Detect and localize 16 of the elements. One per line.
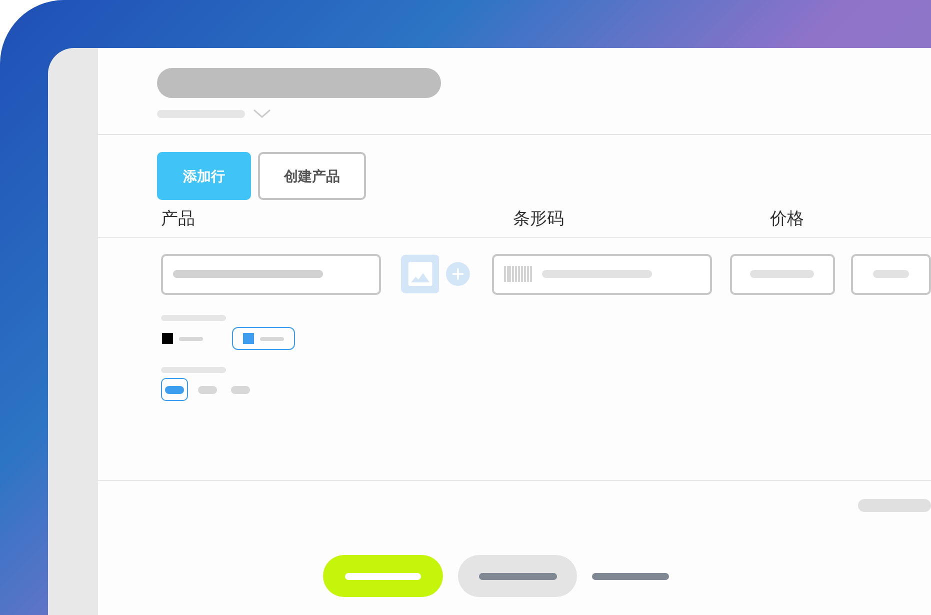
- column-header: 价格: [770, 208, 804, 230]
- column-header: 产品: [161, 208, 196, 230]
- add-icon[interactable]: [446, 261, 470, 287]
- toolbar-button[interactable]: 创建产品: [258, 152, 366, 200]
- secondary-button[interactable]: [458, 555, 577, 597]
- barcode-field[interactable]: [492, 254, 712, 294]
- price-field[interactable]: [730, 254, 835, 294]
- primary-button[interactable]: [323, 555, 443, 597]
- input-field[interactable]: [850, 254, 931, 294]
- column-header: 条形码: [513, 208, 565, 230]
- color-option[interactable]: [232, 327, 295, 350]
- product-field[interactable]: [161, 254, 381, 294]
- chevron-down-icon[interactable]: [253, 109, 271, 119]
- image-icon[interactable]: [400, 253, 440, 295]
- barcode-icon: [504, 266, 532, 282]
- size-option[interactable]: [161, 378, 188, 401]
